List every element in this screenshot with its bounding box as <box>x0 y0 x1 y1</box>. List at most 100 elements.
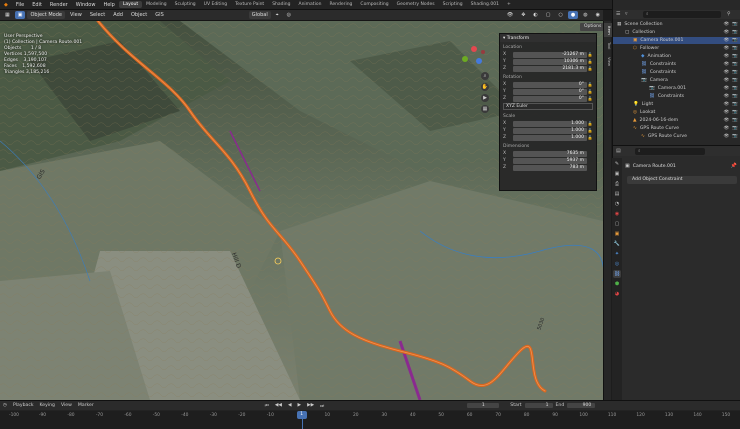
data-tab-icon[interactable]: ⬢ <box>613 280 621 288</box>
playhead[interactable]: 1 <box>296 411 307 419</box>
menu-playback[interactable]: Playback <box>10 403 37 408</box>
tab-texture-paint[interactable]: Texture Paint <box>231 1 268 8</box>
tab-geometry-nodes[interactable]: Geometry Nodes <box>393 1 439 8</box>
visibility-toggle-icon[interactable]: 👁 <box>724 70 730 75</box>
render-toggle-icon[interactable]: 📷 <box>732 22 738 27</box>
play-icon[interactable]: ▶ <box>295 403 305 408</box>
outliner-row[interactable]: ▦ Scene Collection 👁 📷 <box>613 21 740 28</box>
outliner-row[interactable]: ▢ Collection 👁 📷 <box>613 29 740 36</box>
modifier-tab-icon[interactable]: 🔧 <box>613 240 621 248</box>
dimension-y-field[interactable]: 5937 m <box>513 157 587 164</box>
render-toggle-icon[interactable]: 📷 <box>732 86 738 91</box>
rotation-mode-dropdown[interactable]: XYZ Euler <box>503 103 593 110</box>
gizmo-icon[interactable]: ✥ <box>518 11 528 19</box>
add-workspace-icon[interactable]: + <box>503 1 515 8</box>
tab-animation[interactable]: Animation <box>294 1 325 8</box>
menu-window[interactable]: Window <box>72 2 100 8</box>
proportional-edit-icon[interactable]: ◎ <box>284 11 294 19</box>
tab-tool[interactable]: Tool <box>604 39 612 53</box>
render-toggle-icon[interactable]: 📷 <box>732 38 738 43</box>
outliner-row[interactable]: 📷 Camera.001 👁 📷 <box>613 85 740 92</box>
outliner-search-input[interactable]: ⌕ <box>643 11 721 18</box>
render-toggle-icon[interactable]: 📷 <box>732 94 738 99</box>
visibility-toggle-icon[interactable]: 👁 <box>724 30 730 35</box>
blender-logo-icon[interactable]: ◆ <box>0 2 12 8</box>
lock-icon[interactable]: 🔓 <box>587 128 593 133</box>
timeline-editor-icon[interactable]: ◷ <box>0 403 10 408</box>
tab-sculpting[interactable]: Sculpting <box>171 1 200 8</box>
visibility-toggle-icon[interactable]: 👁 <box>724 102 730 107</box>
tab-layout[interactable]: Layout <box>118 1 143 8</box>
nav-camera-icon[interactable]: ▶ <box>481 94 489 102</box>
shading-wire-icon[interactable]: ○ <box>556 11 566 19</box>
lock-icon[interactable]: 🔓 <box>587 89 593 94</box>
visibility-toggle-icon[interactable]: 👁 <box>724 46 730 51</box>
menu-keying[interactable]: Keying <box>37 403 58 408</box>
visibility-icon[interactable]: 👁 <box>504 11 516 19</box>
tab-view[interactable]: View <box>604 55 612 69</box>
outliner-row[interactable]: 💡 Light 👁 📷 <box>613 101 740 108</box>
tab-shading-001[interactable]: Shading.001 <box>467 1 503 8</box>
outliner-row[interactable]: ∿ GPS Route Curve 👁 📷 <box>613 125 740 132</box>
nav-ortho-icon[interactable]: ▦ <box>481 105 489 113</box>
rotation-y-field[interactable]: 0° <box>513 88 587 95</box>
properties-editor-icon[interactable]: ▤ <box>616 148 621 154</box>
render-toggle-icon[interactable]: 📷 <box>732 54 738 59</box>
snap-icon[interactable]: ⌖ <box>273 11 282 19</box>
output-tab-icon[interactable]: ⎙ <box>613 180 621 188</box>
scale-x-field[interactable]: 1.000 <box>513 120 587 127</box>
editor-type-icon[interactable]: ▦ <box>2 11 13 19</box>
outliner-row[interactable]: ⬡ Follower 👁 📷 <box>613 45 740 52</box>
options-button[interactable]: Options <box>580 23 606 31</box>
location-x-field[interactable]: -21267 m <box>513 51 587 58</box>
physics-tab-icon[interactable]: ◎ <box>613 260 621 268</box>
render-tab-icon[interactable]: ▣ <box>613 170 621 178</box>
collection-tab-icon[interactable]: ▢ <box>613 220 621 228</box>
visibility-toggle-icon[interactable]: 👁 <box>724 22 730 27</box>
menu-render[interactable]: Render <box>46 2 72 8</box>
object-tab-icon[interactable]: ▣ <box>613 230 621 238</box>
render-toggle-icon[interactable]: 📷 <box>732 70 738 75</box>
outliner-row[interactable]: ◆ Animation 👁 📷 <box>613 53 740 60</box>
render-toggle-icon[interactable]: 📷 <box>732 110 738 115</box>
object-name[interactable]: Camera Route.001 <box>633 164 676 169</box>
visibility-toggle-icon[interactable]: 👁 <box>724 38 730 43</box>
transform-panel-header[interactable]: ▾ Transform <box>500 34 596 42</box>
scale-y-field[interactable]: 1.000 <box>513 127 587 134</box>
outliner-row[interactable]: ▲ 2024-06-16-dem 👁 📷 <box>613 117 740 124</box>
render-toggle-icon[interactable]: 📷 <box>732 30 738 35</box>
start-frame-field[interactable]: 1 <box>524 403 553 408</box>
menu-help[interactable]: Help <box>99 2 118 8</box>
filter-icon[interactable]: ⚲ <box>727 11 731 17</box>
menu-view[interactable]: View <box>67 11 85 19</box>
visibility-toggle-icon[interactable]: 👁 <box>724 118 730 123</box>
render-toggle-icon[interactable]: 📷 <box>732 46 738 51</box>
lock-icon[interactable]: 🔓 <box>587 135 593 140</box>
nav-pan-icon[interactable]: ✋ <box>481 83 489 91</box>
visibility-toggle-icon[interactable]: 👁 <box>724 134 730 139</box>
tab-modeling[interactable]: Modeling <box>142 1 170 8</box>
lock-icon[interactable]: 🔓 <box>587 66 593 71</box>
tab-rendering[interactable]: Rendering <box>325 1 356 8</box>
properties-search-input[interactable]: ⌕ <box>635 148 705 155</box>
scene-tab-icon[interactable]: ◔ <box>613 200 621 208</box>
rotation-x-field[interactable]: 0° <box>513 81 587 88</box>
play-reverse-icon[interactable]: ◀ <box>285 403 295 408</box>
overlay-icon[interactable]: ◐ <box>530 11 540 19</box>
render-toggle-icon[interactable]: 📷 <box>732 126 738 131</box>
lock-icon[interactable]: 🔓 <box>587 82 593 87</box>
menu-add[interactable]: Add <box>110 11 126 19</box>
particles-tab-icon[interactable]: ✦ <box>613 250 621 258</box>
end-frame-field[interactable]: 900 <box>567 403 596 408</box>
location-z-field[interactable]: 2181.3 m <box>513 65 587 72</box>
add-constraint-dropdown[interactable]: Add Object Constraint <box>627 176 737 184</box>
xray-icon[interactable]: ▢ <box>543 11 554 19</box>
timeline-ruler[interactable]: -100-90-80-70-60-50-40-30-20-10010203040… <box>0 411 740 429</box>
render-toggle-icon[interactable]: 📷 <box>732 118 738 123</box>
jump-start-icon[interactable]: ⏮ <box>262 403 272 409</box>
tab-compositing[interactable]: Compositing <box>356 1 392 8</box>
visibility-toggle-icon[interactable]: 👁 <box>724 126 730 131</box>
location-y-field[interactable]: 10306 m <box>513 58 587 65</box>
pin-icon[interactable]: 📌 <box>731 163 737 169</box>
world-tab-icon[interactable]: ◉ <box>613 210 621 218</box>
